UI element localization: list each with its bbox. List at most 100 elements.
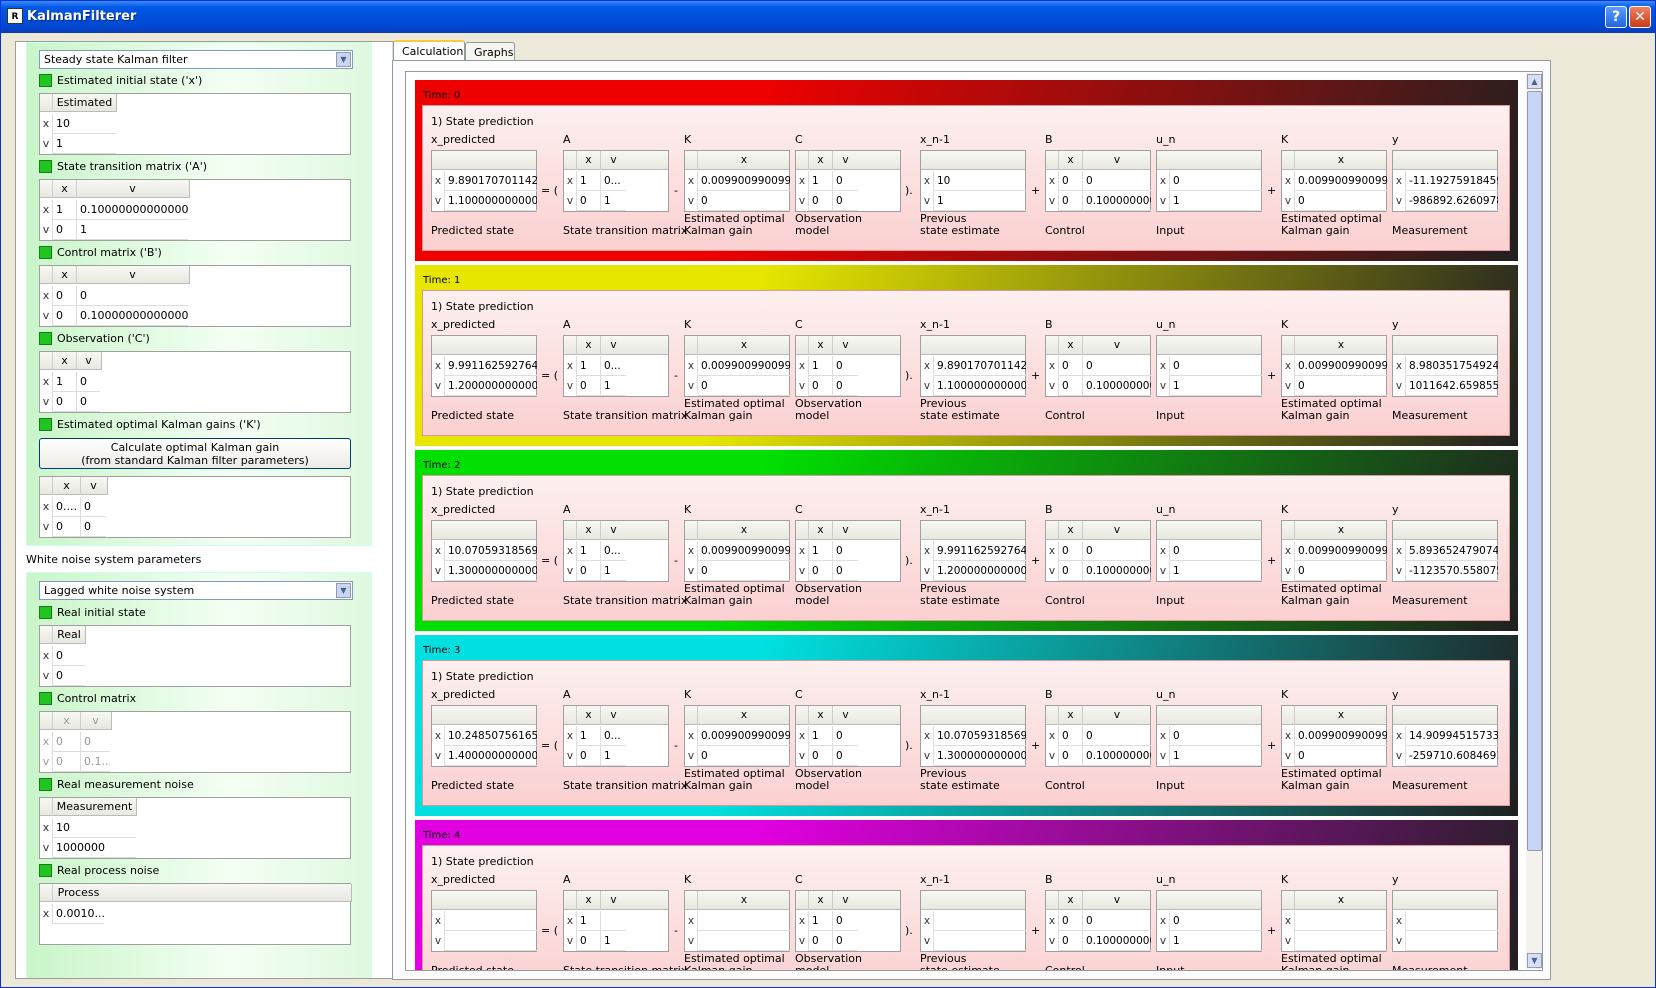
check-indicator[interactable] xyxy=(39,74,52,87)
matrix-cell[interactable]: 0.10000000000000001 xyxy=(1082,376,1151,396)
matrix-cell[interactable] xyxy=(697,911,790,931)
table-cell[interactable]: 0 xyxy=(52,646,85,666)
matrix-cell[interactable]: 0... xyxy=(600,356,626,376)
matrix-cell[interactable]: 0 xyxy=(1082,911,1151,931)
table-cell[interactable]: 1000000 xyxy=(52,838,136,858)
check-indicator[interactable] xyxy=(39,864,52,877)
matrix-cell[interactable]: 0 xyxy=(1058,726,1082,746)
matrix-cell[interactable]: 0.0099009900990099 xyxy=(1294,726,1387,746)
matrix-cell[interactable]: 0 xyxy=(1169,911,1262,931)
matrix-cell[interactable]: 0.0099009900990099 xyxy=(1294,171,1387,191)
check-indicator[interactable] xyxy=(39,692,52,705)
matrix-cell[interactable]: 0 xyxy=(697,746,790,766)
table-cell[interactable]: 10 xyxy=(52,818,136,838)
system-type-combo[interactable]: Lagged white noise system ▼ xyxy=(39,581,353,600)
matrix-cell[interactable]: 1 xyxy=(600,561,626,581)
matrix-cell[interactable]: 0... xyxy=(600,726,626,746)
matrix-cell[interactable]: 1.30000000000000 xyxy=(444,561,537,581)
tab-calculation[interactable]: Calculation xyxy=(393,40,465,61)
table-cell[interactable]: 1 xyxy=(76,220,188,240)
matrix-cell[interactable] xyxy=(444,931,537,951)
matrix-cell[interactable] xyxy=(444,911,537,931)
matrix-cell[interactable]: 0.0099009900990099 xyxy=(697,726,790,746)
matrix-cell[interactable]: 0 xyxy=(1058,356,1082,376)
table-cell[interactable]: 10 xyxy=(52,114,116,134)
gains-checkbox[interactable]: Estimated optimal Kalman gains ('K') xyxy=(39,418,261,432)
matrix-cell[interactable]: 0 xyxy=(1294,191,1387,211)
matrix-cell[interactable]: 9.99116259276421 xyxy=(933,541,1026,561)
transition-checkbox[interactable]: State transition matrix ('A') xyxy=(39,160,207,174)
matrix-cell[interactable]: 0.0099009900990099 xyxy=(697,541,790,561)
matrix-cell[interactable]: 0 xyxy=(808,746,832,766)
matrix-cell[interactable]: 0 xyxy=(832,726,858,746)
matrix-cell[interactable]: 0 xyxy=(832,911,858,931)
matrix-cell[interactable]: 0 xyxy=(832,541,858,561)
matrix-cell[interactable]: 0 xyxy=(1058,191,1082,211)
matrix-cell[interactable]: 0 xyxy=(1058,171,1082,191)
matrix-cell[interactable]: 1 xyxy=(808,911,832,931)
matrix-cell[interactable]: 10 xyxy=(933,171,1026,191)
matrix-cell[interactable]: 8.98035175492451 xyxy=(1405,356,1498,376)
table-cell[interactable]: 0 xyxy=(76,372,100,392)
matrix-cell[interactable]: 0... xyxy=(600,171,626,191)
matrix-cell[interactable]: 5.89365247907464 xyxy=(1405,541,1498,561)
matrix-cell[interactable]: 0 xyxy=(576,746,600,766)
matrix-cell[interactable]: 1 xyxy=(600,746,626,766)
initial-state-checkbox[interactable]: Estimated initial state ('x') xyxy=(39,74,202,88)
matrix-cell[interactable]: 0 xyxy=(576,561,600,581)
check-indicator[interactable] xyxy=(39,332,52,345)
matrix-cell[interactable]: 1.10000000000000 xyxy=(444,191,537,211)
matrix-cell[interactable]: 0 xyxy=(832,931,858,951)
matrix-cell[interactable]: 1 xyxy=(1169,191,1262,211)
matrix-cell[interactable]: 1.30000000000000 xyxy=(933,746,1026,766)
title-bar[interactable]: R KalmanFilterer ? ✕ xyxy=(1,1,1655,33)
matrix-cell[interactable]: 0 xyxy=(808,561,832,581)
table-cell[interactable]: 0 xyxy=(52,666,85,686)
matrix-cell[interactable]: 0 xyxy=(832,376,858,396)
matrix-cell[interactable]: 0 xyxy=(697,376,790,396)
matrix-cell[interactable]: 0 xyxy=(1058,541,1082,561)
table-cell[interactable]: 0 xyxy=(52,392,76,412)
matrix-cell[interactable]: 0 xyxy=(1058,376,1082,396)
matrix-cell[interactable]: 0 xyxy=(1082,726,1151,746)
proc-noise-checkbox[interactable]: Real process noise xyxy=(39,864,159,878)
matrix-cell[interactable]: 0.10000000000000001 xyxy=(1082,746,1151,766)
matrix-cell[interactable]: 1 xyxy=(808,171,832,191)
matrix-cell[interactable]: 1 xyxy=(600,376,626,396)
matrix-cell[interactable]: 0.10000000000000001 xyxy=(1082,191,1151,211)
matrix-cell[interactable]: 0 xyxy=(1294,746,1387,766)
meas-noise-checkbox[interactable]: Real measurement noise xyxy=(39,778,194,792)
observation-checkbox[interactable]: Observation ('C') xyxy=(39,332,150,346)
tab-graphs[interactable]: Graphs xyxy=(465,42,515,60)
table-cell[interactable]: 0 xyxy=(80,517,106,537)
matrix-cell[interactable]: 1 xyxy=(600,931,626,951)
matrix-cell[interactable]: 10.2485075616547 xyxy=(444,726,537,746)
noise-control-checkbox[interactable]: Control matrix xyxy=(39,692,136,706)
matrix-cell[interactable]: 0 xyxy=(1058,931,1082,951)
table-cell[interactable]: 0 xyxy=(52,517,80,537)
matrix-cell[interactable]: 9.99116259276421 xyxy=(444,356,537,376)
matrix-cell[interactable]: 1 xyxy=(1169,931,1262,951)
scroll-thumb[interactable] xyxy=(1527,91,1542,851)
matrix-cell[interactable]: 0.0099009900990099 xyxy=(1294,541,1387,561)
matrix-cell[interactable]: 0 xyxy=(808,191,832,211)
right-scrollbar[interactable]: ▲ ▼ xyxy=(1526,73,1542,969)
matrix-cell[interactable]: 0.10000000000000001 xyxy=(1082,931,1151,951)
matrix-cell[interactable]: 0 xyxy=(832,171,858,191)
table-cell[interactable]: 0 xyxy=(52,286,76,306)
matrix-cell[interactable]: 0 xyxy=(576,191,600,211)
matrix-cell[interactable]: 1 xyxy=(576,911,600,931)
matrix-cell[interactable]: 0 xyxy=(808,931,832,951)
matrix-cell[interactable]: 1 xyxy=(808,541,832,561)
table-cell[interactable]: 0.10000000000000001 xyxy=(76,306,188,326)
close-button[interactable]: ✕ xyxy=(1629,6,1651,28)
matrix-cell[interactable]: 0 xyxy=(832,746,858,766)
matrix-cell[interactable]: 14.9099451573325 xyxy=(1405,726,1498,746)
table-cell[interactable]: 0 xyxy=(76,392,100,412)
matrix-cell[interactable]: 1.20000000000000 xyxy=(444,376,537,396)
matrix-cell[interactable] xyxy=(1294,931,1387,951)
matrix-cell[interactable]: 1 xyxy=(808,726,832,746)
matrix-cell[interactable]: 0 xyxy=(1169,356,1262,376)
matrix-cell[interactable]: 1.40000000000000 xyxy=(444,746,537,766)
matrix-cell[interactable]: 1 xyxy=(808,356,832,376)
